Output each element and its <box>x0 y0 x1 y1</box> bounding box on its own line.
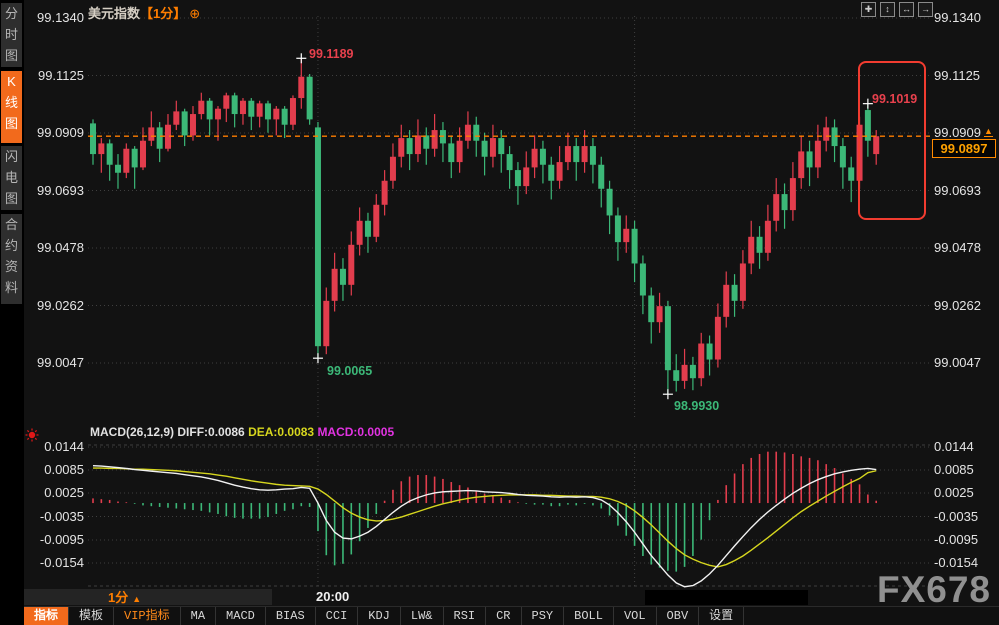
timeframe-arrow-icon: ▲ <box>132 594 141 604</box>
toolbar-item-OBV[interactable]: OBV <box>657 607 700 625</box>
crash-low-price-label: 99.0065 <box>327 364 372 378</box>
highlight-box <box>858 61 926 220</box>
toolbar-item-VIP指标[interactable]: VIP指标 <box>114 607 181 625</box>
macd-axis-right-2: 0.0025 <box>934 486 996 500</box>
toolbar-item-LW&[interactable]: LW& <box>401 607 444 625</box>
macd-bar-value: MACD:0.0005 <box>317 425 394 439</box>
macd-params-diff: MACD(26,12,9) DIFF:0.0086 <box>90 425 248 439</box>
toolbar-item-MACD[interactable]: MACD <box>216 607 266 625</box>
toolbar-item-MA[interactable]: MA <box>181 607 216 625</box>
pan-right-icon[interactable]: → <box>918 2 933 17</box>
price-axis-left-3: 99.0693 <box>28 184 84 198</box>
macd-axis-right-1: 0.0085 <box>934 463 996 477</box>
circle-plus-icon[interactable]: ⊕ <box>189 6 200 21</box>
toolbar-item-PSY[interactable]: PSY <box>522 607 565 625</box>
price-axis-left-6: 99.0047 <box>28 356 84 370</box>
macd-legend: MACD(26,12,9) DIFF:0.0086 DEA:0.0083 MAC… <box>90 425 394 439</box>
macd-panel <box>93 452 876 587</box>
toolbar-item-BIAS[interactable]: BIAS <box>266 607 316 625</box>
price-axis-left-0: 99.1340 <box>28 11 84 25</box>
macd-axis-left-4: -0.0095 <box>28 533 84 547</box>
symbol-name: 美元指数 <box>88 6 140 21</box>
macd-axis-left-2: 0.0025 <box>28 486 84 500</box>
toolbar-item-CCI[interactable]: CCI <box>316 607 359 625</box>
toolbar-item-设置[interactable]: 设置 <box>699 607 744 625</box>
timeframe-selector[interactable]: 1分 ▲ <box>24 589 272 605</box>
price-axis-left-4: 99.0478 <box>28 241 84 255</box>
price-axis-left-5: 99.0262 <box>28 299 84 313</box>
zoom-vertical-icon[interactable]: ↕ <box>880 2 895 17</box>
price-axis-left-1: 99.1125 <box>28 69 84 83</box>
pan-icon[interactable]: ✚ <box>861 2 876 17</box>
timeframe-value[interactable]: 1分 <box>108 590 128 605</box>
price-axis-left-2: 99.0909 <box>28 126 84 140</box>
chart-scrollbar-thumb[interactable] <box>645 590 808 605</box>
macd-axis-left-5: -0.0154 <box>28 556 84 570</box>
price-axis-right-4: 99.0478 <box>934 241 996 255</box>
chart-tool-icons: ✚ ↕ ↔ → <box>861 2 933 17</box>
price-axis-right-2: 99.0909 <box>934 126 996 140</box>
macd-axis-right-5: -0.0154 <box>934 556 996 570</box>
trading-app-window: 分时图K线图闪电图合约资料 美元指数【1分】⊕ ✚↕↔→ 99.1189 99.… <box>0 0 999 625</box>
toolbar-item-指标[interactable]: 指标 <box>24 607 69 625</box>
indicator-toolbar: 指标模板VIP指标MAMACDBIASCCIKDJLW&RSICRPSYBOLL… <box>24 606 999 625</box>
macd-axis-left-0: 0.0144 <box>28 440 84 454</box>
current-price-badge: 99.0897 <box>932 139 996 158</box>
price-axis-right-6: 99.0047 <box>934 356 996 370</box>
toolbar-item-KDJ[interactable]: KDJ <box>358 607 401 625</box>
price-axis-right-5: 99.0262 <box>934 299 996 313</box>
macd-axis-right-3: -0.0035 <box>934 510 996 524</box>
price-axis-right-0: 99.1340 <box>934 11 996 25</box>
timeframe-tag: 【1分】 <box>140 6 186 21</box>
bottom-low-price-label: 98.9930 <box>674 399 719 413</box>
toolbar-item-VOL[interactable]: VOL <box>614 607 657 625</box>
toolbar-item-CR[interactable]: CR <box>486 607 521 625</box>
x-axis-time-label: 20:00 <box>316 589 349 604</box>
price-axis-right-1: 99.1125 <box>934 69 996 83</box>
chart-title: 美元指数【1分】⊕ <box>88 3 200 22</box>
macd-axis-right-0: 0.0144 <box>934 440 996 454</box>
toolbar-item-RSI[interactable]: RSI <box>444 607 487 625</box>
price-axis-right-3: 99.0693 <box>934 184 996 198</box>
candlestick-chart-canvas[interactable] <box>0 0 999 625</box>
toolbar-item-BOLL[interactable]: BOLL <box>564 607 614 625</box>
macd-axis-left-1: 0.0085 <box>28 463 84 477</box>
macd-axis-right-4: -0.0095 <box>934 533 996 547</box>
zoom-horizontal-icon[interactable]: ↔ <box>899 2 914 17</box>
toolbar-item-模板[interactable]: 模板 <box>69 607 114 625</box>
macd-dea-value: DEA:0.0083 <box>248 425 317 439</box>
watermark: FX678 <box>877 569 991 611</box>
peak-price-label: 99.1189 <box>309 47 354 61</box>
macd-axis-left-3: -0.0035 <box>28 510 84 524</box>
candles <box>90 58 879 394</box>
